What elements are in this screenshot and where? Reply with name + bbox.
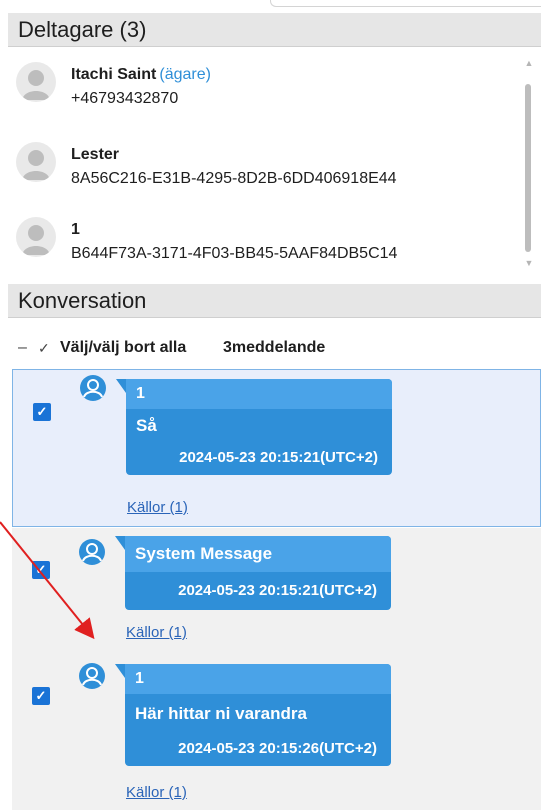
- message-checkbox[interactable]: ✓: [32, 687, 50, 705]
- message-sender: 1: [126, 379, 392, 409]
- checkmark-icon: ✓: [38, 340, 50, 356]
- message-checkbox[interactable]: ✓: [33, 403, 51, 421]
- participants-scrollbar[interactable]: ▲ ▼: [522, 58, 536, 268]
- message-row[interactable]: ✓ 1 Så 2024-05-23 20:15:21(UTC+2) Källor…: [12, 369, 541, 527]
- message-bubble[interactable]: 1 Här hittar ni varandra 2024-05-23 20:1…: [115, 664, 391, 766]
- message-row[interactable]: ✓ 1 Här hittar ni varandra 2024-05-23 20…: [12, 652, 541, 810]
- message-row[interactable]: ✓ System Message 2024-05-23 20:15:21(UTC…: [12, 528, 541, 652]
- scroll-thumb[interactable]: [525, 84, 531, 252]
- participants-title: Deltagare (3): [18, 17, 147, 42]
- participant-name: Lester: [71, 146, 120, 163]
- top-panel-edge: [270, 0, 541, 7]
- message-bubble[interactable]: System Message 2024-05-23 20:15:21(UTC+2…: [115, 536, 391, 610]
- participant-item[interactable]: 1 B644F73A-3171-4F03-BB45-5AAF84DB5C14: [8, 203, 508, 263]
- message-text: Så: [136, 416, 157, 435]
- message-text: Här hittar ni varandra: [135, 704, 307, 723]
- participant-id: 8A56C216-E31B-4295-8D2B-6DD406918E44: [71, 170, 397, 187]
- message-sender: 1: [125, 664, 391, 694]
- scroll-up-arrow-icon[interactable]: ▲: [523, 58, 535, 68]
- participant-id: +46793432870: [71, 90, 179, 107]
- person-silhouette-icon: [22, 70, 50, 100]
- participant-item[interactable]: Itachi Saint (ägare) +46793432870: [8, 48, 508, 108]
- person-silhouette-icon: [22, 150, 50, 180]
- participant-item[interactable]: Lester 8A56C216-E31B-4295-8D2B-6DD406918…: [8, 128, 508, 188]
- person-silhouette-icon: [22, 225, 50, 255]
- message-checkbox[interactable]: ✓: [32, 561, 50, 579]
- avatar: [16, 142, 56, 182]
- sources-link[interactable]: Källor (1): [127, 499, 188, 516]
- participant-role: (ägare): [159, 66, 211, 83]
- message-timestamp: 2024-05-23 20:15:21(UTC+2): [178, 582, 377, 599]
- person-icon: [79, 539, 105, 565]
- message-bubble[interactable]: 1 Så 2024-05-23 20:15:21(UTC+2): [116, 379, 392, 475]
- participants-header: Deltagare (3): [8, 13, 541, 47]
- person-icon: [79, 663, 105, 689]
- avatar: [16, 217, 56, 257]
- participant-name: Itachi Saint: [71, 66, 157, 83]
- message-timestamp: 2024-05-23 20:15:21(UTC+2): [179, 449, 378, 466]
- sources-link[interactable]: Källor (1): [126, 624, 187, 641]
- message-count: 3meddelande: [223, 339, 326, 356]
- participant-name-row: Itachi Saint (ägare): [71, 66, 211, 84]
- select-all-label[interactable]: Välj/välj bort alla: [60, 330, 186, 366]
- scroll-down-arrow-icon[interactable]: ▼: [523, 258, 535, 268]
- participant-id: B644F73A-3171-4F03-BB45-5AAF84DB5C14: [71, 245, 398, 262]
- participant-name: 1: [71, 221, 80, 238]
- message-timestamp: 2024-05-23 20:15:26(UTC+2): [178, 740, 377, 757]
- select-all-bar[interactable]: – ✓ Välj/välj bort alla 3meddelande: [8, 330, 541, 366]
- sources-link[interactable]: Källor (1): [126, 784, 187, 801]
- participants-list: Itachi Saint (ägare) +46793432870 Lester …: [8, 48, 541, 275]
- avatar: [16, 62, 56, 102]
- person-icon: [80, 375, 106, 401]
- conversation-title: Konversation: [18, 288, 147, 313]
- conversation-header: Konversation: [8, 284, 541, 318]
- message-sender: System Message: [125, 536, 391, 572]
- collapse-dash-icon[interactable]: –: [18, 330, 27, 366]
